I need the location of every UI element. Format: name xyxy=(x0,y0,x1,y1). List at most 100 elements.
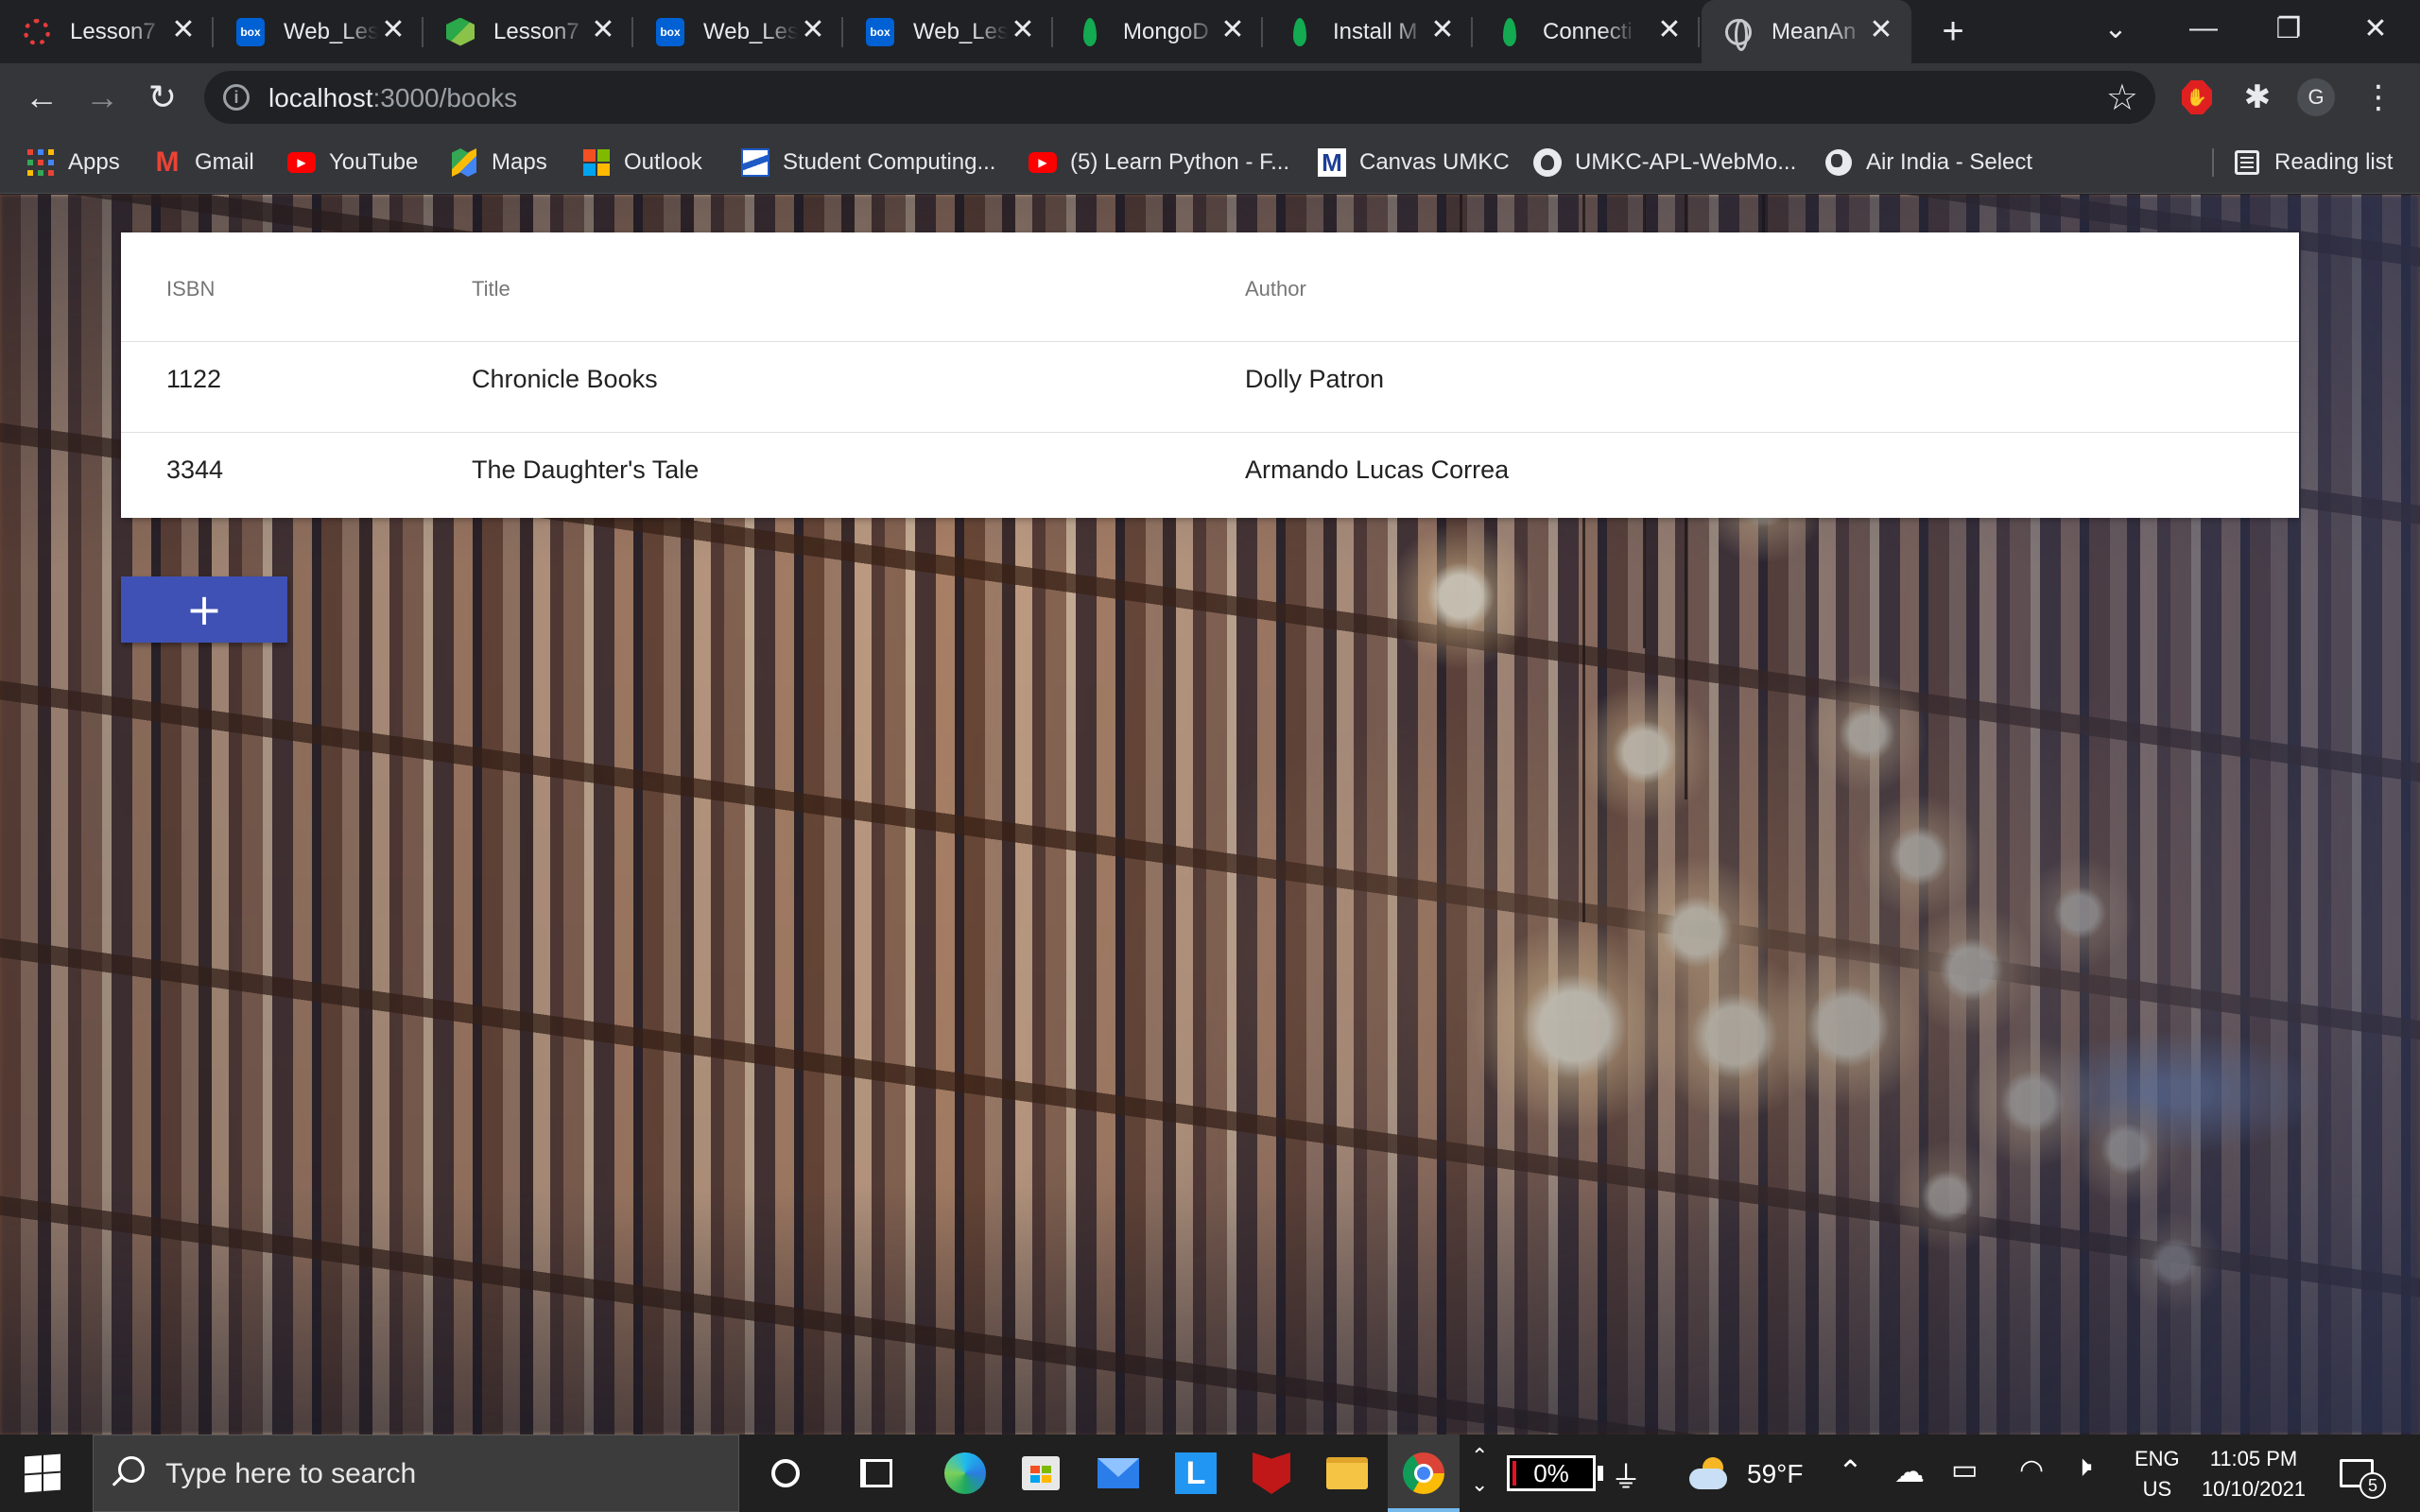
close-tab-icon[interactable]: ✕ xyxy=(588,16,618,46)
weather-temperature[interactable]: 59°F xyxy=(1747,1459,1803,1489)
tab-lesson7-canvas[interactable]: Lesson7 ✕ xyxy=(0,0,214,63)
tab-web-lesson-box-1[interactable]: box Web_Les ✕ xyxy=(214,0,424,63)
tab-title: Lesson7 xyxy=(493,18,579,44)
column-header-isbn: ISBN xyxy=(166,277,216,301)
reload-icon[interactable]: ↻ xyxy=(142,77,183,118)
bookmark-canvas-umkc[interactable]: M Canvas UMKC xyxy=(1318,141,1510,184)
close-tab-icon[interactable]: ✕ xyxy=(1218,16,1248,46)
box-icon: box xyxy=(234,16,267,48)
bookmark-student-computing[interactable]: Student Computing... xyxy=(741,141,995,184)
close-tab-icon[interactable]: ✕ xyxy=(1866,16,1896,46)
bookmark-learn-python[interactable]: ▶ (5) Learn Python - F... xyxy=(1028,141,1289,184)
close-tab-icon[interactable]: ✕ xyxy=(798,16,828,46)
close-tab-icon[interactable]: ✕ xyxy=(378,16,408,46)
tab-title: Web_Les xyxy=(913,18,1008,44)
mail-icon[interactable] xyxy=(1095,1450,1142,1497)
file-explorer-icon[interactable] xyxy=(1323,1450,1371,1497)
globe-icon xyxy=(1824,148,1853,177)
windows-start-icon[interactable] xyxy=(25,1453,60,1493)
taskbar-search-box[interactable]: Type here to search xyxy=(93,1435,739,1512)
bookmark-youtube[interactable]: ▶ YouTube xyxy=(287,141,418,184)
battery-saver-icon[interactable]: ▭ xyxy=(1951,1453,1978,1486)
box-icon: box xyxy=(654,16,686,48)
minimize-icon[interactable]: — xyxy=(2161,0,2246,57)
show-hidden-icons-icon[interactable]: ⌃ xyxy=(1838,1453,1863,1489)
bookmark-gmail[interactable]: M Gmail xyxy=(153,141,254,184)
extensions-puzzle-icon[interactable]: ✱ xyxy=(2237,77,2278,118)
bookmark-apps[interactable]: Apps xyxy=(26,141,120,184)
tab-connecting-mongodb[interactable]: Connecti ✕ xyxy=(1473,0,1700,63)
student-computing-icon xyxy=(741,148,769,177)
gmail-icon: M xyxy=(155,146,180,178)
cell-title: Chronicle Books xyxy=(472,365,658,393)
address-url[interactable]: localhost:3000/books xyxy=(268,83,517,113)
onedrive-cloud-icon[interactable]: ☁ xyxy=(1894,1453,1925,1489)
task-view-icon[interactable] xyxy=(853,1450,900,1497)
bookmark-star-icon[interactable]: ☆ xyxy=(2106,77,2138,119)
profile-avatar[interactable]: G xyxy=(2295,77,2337,118)
cell-author: Armando Lucas Correa xyxy=(1245,455,1510,484)
wifi-icon[interactable]: ◠ xyxy=(2019,1453,2044,1486)
search-placeholder: Type here to search xyxy=(165,1458,417,1489)
microsoft-icon xyxy=(582,148,611,177)
tab-title: MongoD xyxy=(1123,18,1209,44)
apps-grid-icon xyxy=(26,148,55,177)
chrome-taskbar-button[interactable] xyxy=(1388,1435,1460,1512)
tray-scroll-icon[interactable]: ⌃ ⌄ xyxy=(1471,1442,1488,1499)
address-bar[interactable]: i localhost:3000/books ☆ xyxy=(204,71,2155,124)
tab-separator xyxy=(1698,17,1700,47)
l-app-icon[interactable]: L xyxy=(1172,1450,1219,1497)
bookmark-maps[interactable]: Maps xyxy=(450,141,547,184)
volume-muted-icon[interactable]: 🕨 xyxy=(2074,1452,2092,1484)
reading-list-icon xyxy=(2233,148,2261,177)
cortana-icon[interactable] xyxy=(762,1450,809,1497)
bookmark-label: Student Computing... xyxy=(783,149,996,175)
close-tab-icon[interactable]: ✕ xyxy=(1427,16,1458,46)
bookmark-label: YouTube xyxy=(329,149,419,175)
close-tab-icon[interactable]: ✕ xyxy=(168,16,199,46)
tab-lesson7-hexagon[interactable]: Lesson7 ✕ xyxy=(424,0,633,63)
microsoft-store-icon[interactable] xyxy=(1017,1450,1064,1497)
language-indicator[interactable]: ENG US xyxy=(2135,1444,2180,1504)
weather-icon[interactable] xyxy=(1686,1450,1734,1497)
tab-meanangular-active[interactable]: MeanAn ✕ xyxy=(1702,0,1911,63)
battery-indicator[interactable]: 0% xyxy=(1507,1455,1596,1491)
forward-arrow-icon[interactable]: → xyxy=(81,77,123,118)
edge-browser-icon[interactable] xyxy=(942,1450,989,1497)
bookmark-label: UMKC-APL-WebMo... xyxy=(1575,149,1797,175)
restore-icon[interactable]: ❐ xyxy=(2246,0,2331,57)
bookmark-outlook[interactable]: Outlook xyxy=(582,141,702,184)
mcafee-icon[interactable] xyxy=(1248,1450,1295,1497)
tab-search-icon[interactable]: ⌄ xyxy=(2073,0,2158,57)
back-arrow-icon[interactable]: ← xyxy=(21,77,62,118)
clock[interactable]: 11:05 PM 10/10/2021 xyxy=(2197,1444,2310,1504)
battery-cap xyxy=(1598,1466,1603,1481)
bookmark-github-webmobile[interactable]: UMKC-APL-WebMo... xyxy=(1533,141,1796,184)
reading-list-label: Reading list xyxy=(2274,149,2394,175)
tab-install-mongodb[interactable]: Install M ✕ xyxy=(1263,0,1473,63)
box-icon: box xyxy=(864,16,896,48)
hexagon-icon xyxy=(444,16,476,48)
table-divider xyxy=(121,432,2299,433)
close-window-icon[interactable]: ✕ xyxy=(2333,0,2418,57)
tab-web-lesson-box-2[interactable]: box Web_Les ✕ xyxy=(633,0,843,63)
canvas-gear-icon xyxy=(21,16,53,48)
tab-web-lesson-box-3[interactable]: box Web_Les ✕ xyxy=(843,0,1053,63)
bookmark-air-india[interactable]: Air India - Select xyxy=(1824,141,2032,184)
tab-title: MeanAn xyxy=(1772,18,1857,44)
close-tab-icon[interactable]: ✕ xyxy=(1654,16,1685,46)
close-tab-icon[interactable]: ✕ xyxy=(1008,16,1038,46)
adblock-extension-icon[interactable]: ✋ xyxy=(2176,77,2218,118)
menu-kebab-icon[interactable]: ⋮ xyxy=(2358,77,2399,118)
tab-mongodb[interactable]: MongoD ✕ xyxy=(1053,0,1263,63)
youtube-icon: ▶ xyxy=(287,148,316,177)
browser-toolbar: ← → ↻ i localhost:3000/books ☆ ✋ ✱ G ⋮ xyxy=(0,63,2420,131)
books-table: ISBN Title Author 1122 Chronicle Books D… xyxy=(121,232,2299,518)
column-header-author: Author xyxy=(1245,277,1306,301)
add-book-button[interactable]: + xyxy=(121,576,287,643)
site-info-icon[interactable]: i xyxy=(223,84,250,111)
cell-isbn: 1122 xyxy=(166,365,222,393)
reading-list-button[interactable]: Reading list xyxy=(2233,141,2393,184)
column-header-title: Title xyxy=(472,277,510,301)
new-tab-button[interactable]: + xyxy=(1934,12,1972,51)
